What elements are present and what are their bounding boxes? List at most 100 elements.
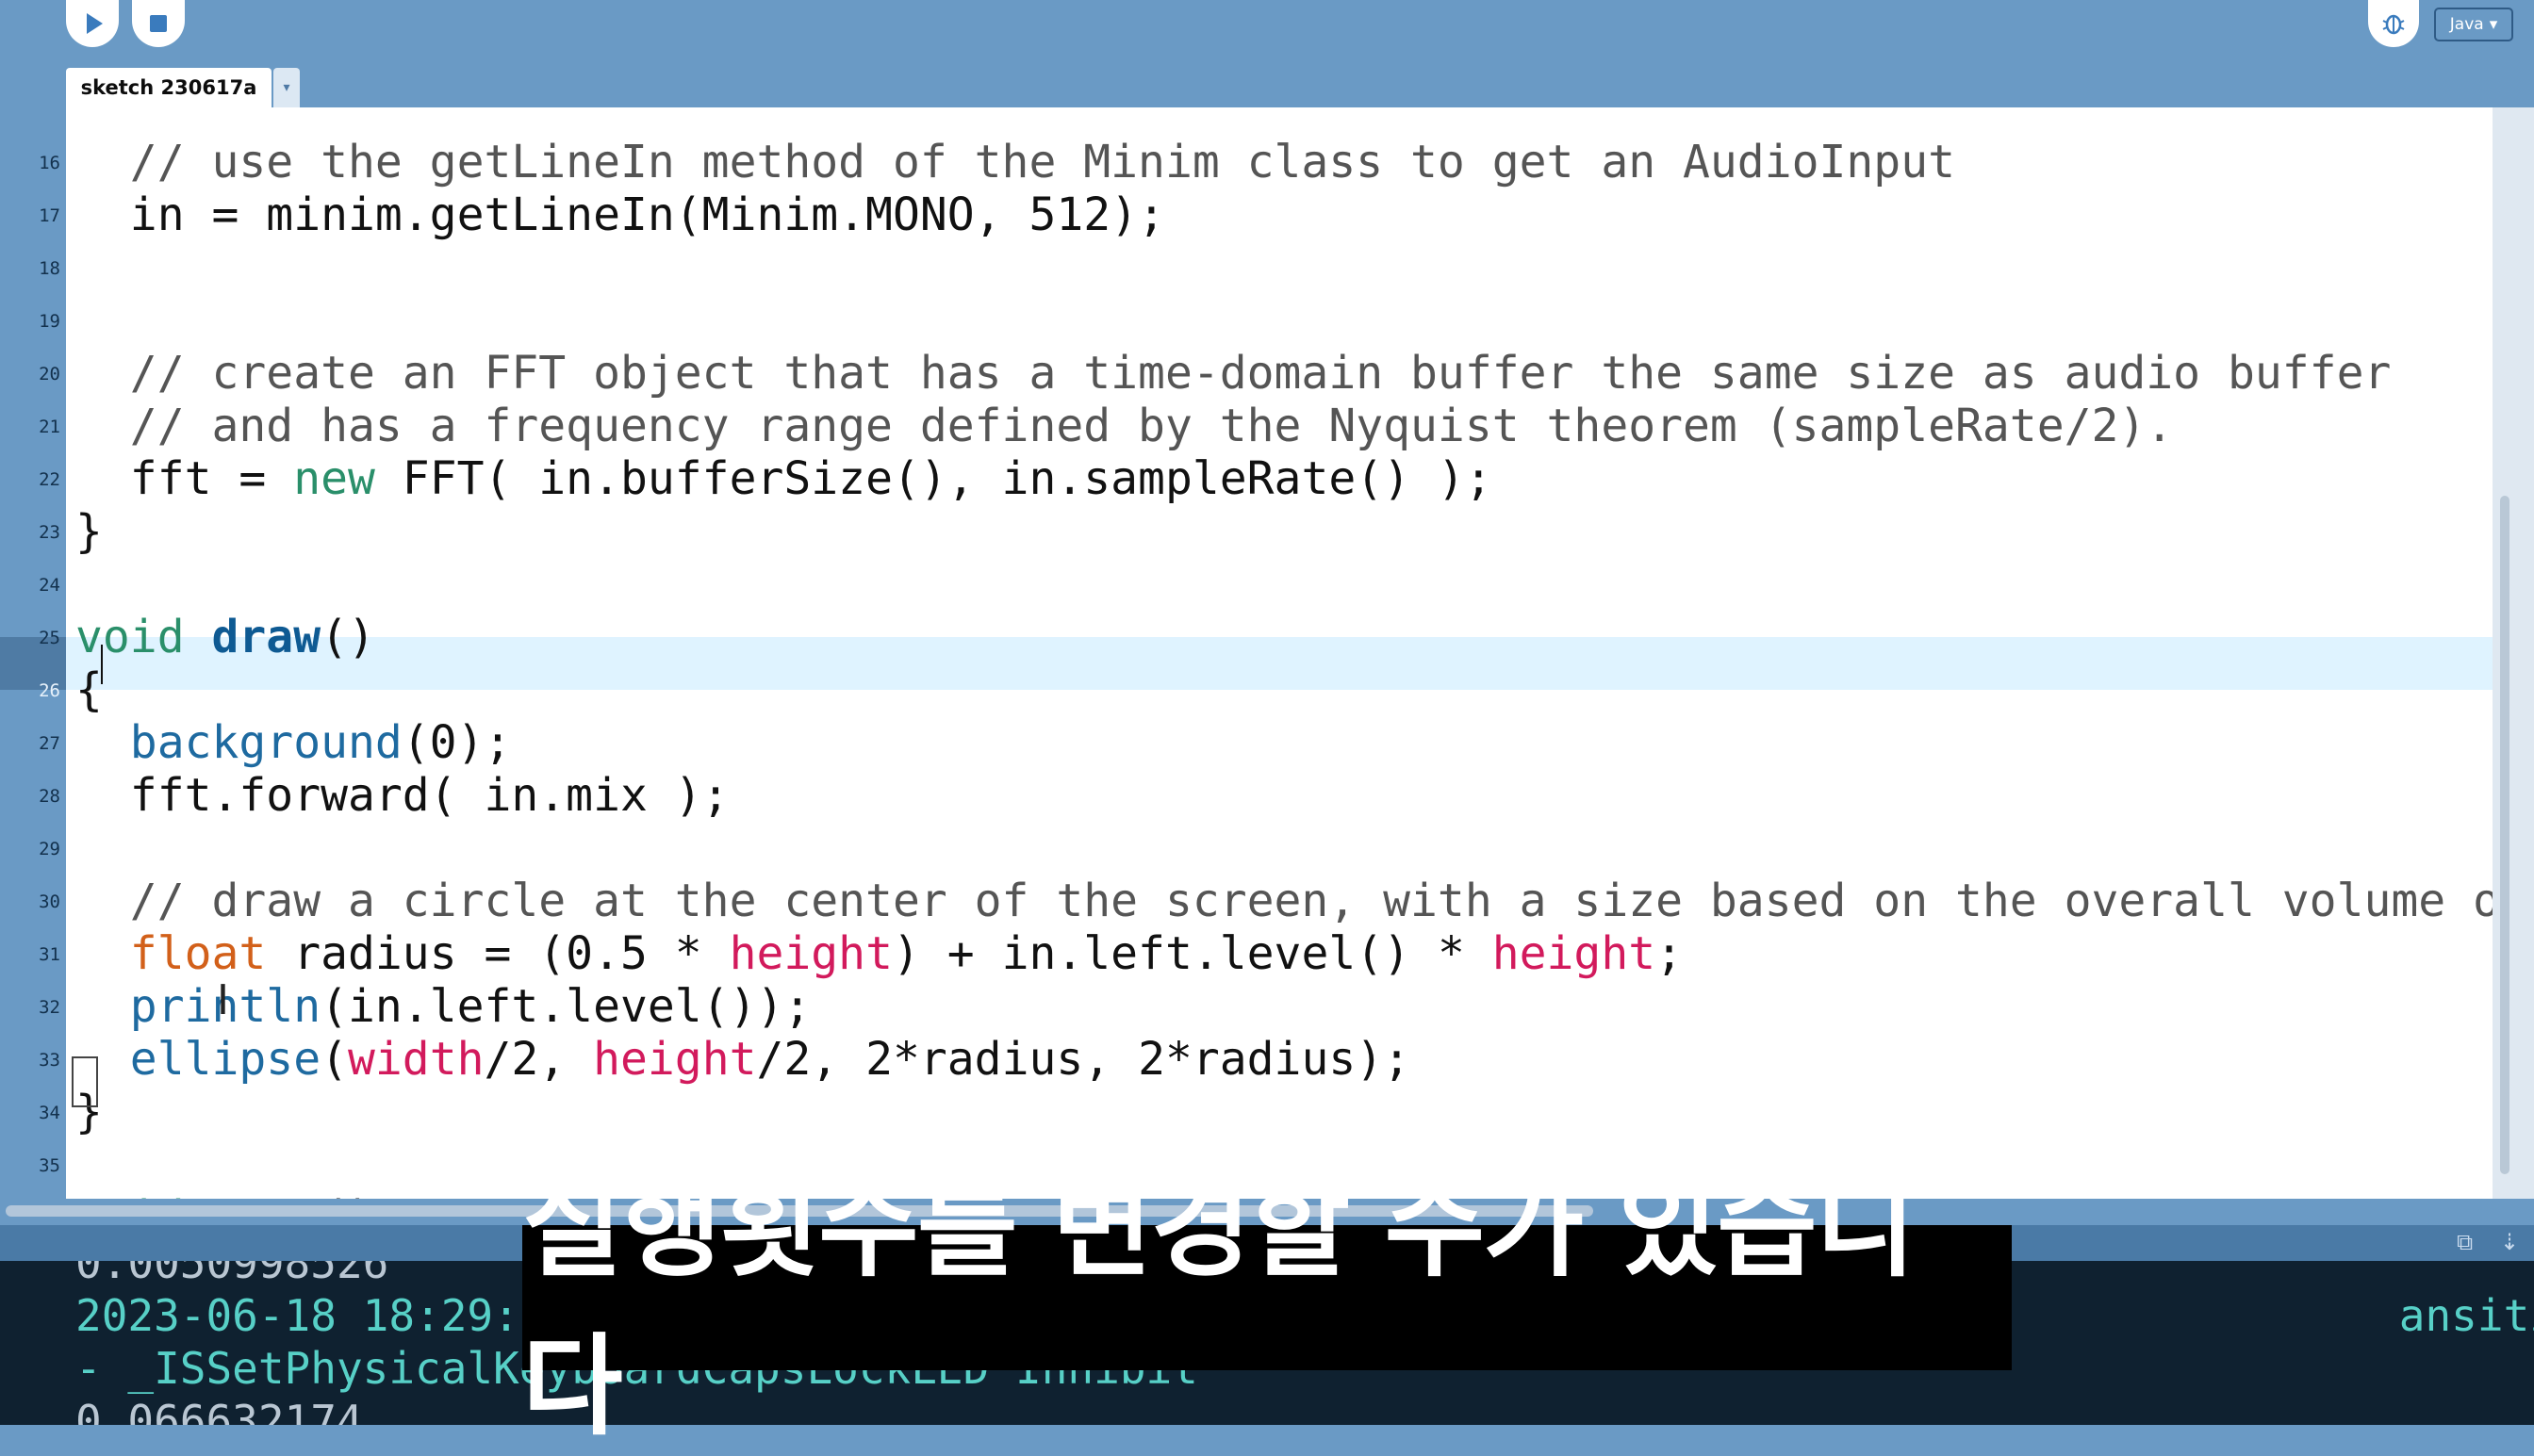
line-number: 28 [39,786,60,807]
code-line: fft = new FFT( in.bufferSize(), in.sampl… [75,452,1492,505]
code-token: { [75,663,103,716]
line-number: 20 [39,364,60,384]
tab-bar: sketch 230617a ▾ [0,68,2534,107]
toolbar: Java ▾ [0,0,2534,68]
line-number: 19 [39,311,60,332]
code-line: void stop() [75,1191,375,1199]
code-line: { [75,663,103,716]
code-token: fft = [75,452,294,505]
line-number: 23 [39,522,60,543]
code-token: ) + in.left.level() * [892,927,1492,980]
code-line: // use the getLineIn method of the Minim… [75,136,1955,188]
code-token: draw [211,611,321,663]
vertical-scrollbar-track[interactable] [2493,107,2534,1199]
text-caret [101,645,103,684]
code-token: width [348,1033,485,1086]
code-line: ellipse(width/2, height/2, 2*radius, 2*r… [75,1033,1410,1086]
code-token: new [293,452,375,505]
chevron-down-icon: ▾ [283,80,290,95]
code-token: stop [212,1191,321,1199]
tab-menu-button[interactable]: ▾ [273,68,300,107]
stop-icon [150,15,167,32]
code-line: void draw() [75,611,375,663]
code-token: () [321,611,375,663]
code-line: // and has a frequency range defined by … [75,400,2173,452]
code-token: /2, [484,1033,594,1086]
line-number: 36 [0,1191,60,1199]
line-number: 27 [39,733,60,754]
line-number: 35 [39,1155,60,1176]
code-line: } [75,505,103,558]
line-number: 29 [39,839,60,859]
debugger-button[interactable] [2368,0,2419,47]
code-token: FFT( in.bufferSize(), in.sampleRate() ); [374,452,1492,505]
line-number: 17 [39,205,60,226]
tab-sketch[interactable]: sketch 230617a [66,68,272,107]
mode-selector[interactable]: Java ▾ [2434,8,2513,41]
line-number: 34 [39,1103,60,1123]
code-token: ellipse [129,1033,321,1086]
line-number: 16 [39,153,60,173]
line-number: 18 [39,258,60,279]
code-token: float [129,927,267,980]
code-token: in = minim.getLineIn(Minim.MONO, 512); [75,188,1165,241]
code-line: fft.forward( in.mix ); [75,769,730,822]
code-line: println(in.left.level()); [75,980,811,1033]
code-token: ; [1655,927,1684,980]
console-line: 0.0050998526 [75,1261,389,1288]
chevron-down-icon: ▾ [2489,15,2498,34]
code-token: void [75,611,185,663]
code-line: in = minim.getLineIn(Minim.MONO, 512); [75,188,1165,241]
code-token: // use the getLineIn method of the Minim… [75,136,1955,188]
code-token: ( [321,1033,348,1086]
code-token: (0); [402,716,512,769]
line-number-gutter: 16 17 18 19 20 21 22 23 24 25 26 27 28 29 30 31 32 33 34 35… [0,107,66,1199]
code-token: () [321,1191,375,1199]
vertical-scrollbar-thumb[interactable] [2500,496,2509,1174]
code-token: // and has a frequency range defined by … [75,400,2174,452]
code-token: height [1491,927,1656,980]
bracket-match-box [72,1056,98,1107]
console-line: 0.066632174 [75,1396,363,1425]
code-token: background [129,716,403,769]
line-number: 25 [39,628,60,648]
line-number: 30 [39,892,60,912]
code-token: height [593,1033,757,1086]
line-number: 31 [39,944,60,965]
code-token: fft.forward( in.mix ); [75,769,730,822]
code-token: radius = (0.5 * [266,927,730,980]
code-line: // create an FFT object that has a time-… [75,347,2392,400]
code-line: background(0); [75,716,512,769]
run-button[interactable] [66,0,119,47]
code-token: /2, 2*radius, 2*radius); [756,1033,1411,1086]
console-copy-icon[interactable]: ⧉ [2457,1229,2473,1255]
code-token: } [75,505,103,558]
code-editor[interactable]: // use the getLineIn method of the Minim… [66,107,2493,1199]
line-number: 32 [39,997,60,1018]
console-clear-icon[interactable]: ⇣ [2500,1229,2519,1255]
mode-label: Java [2449,15,2484,34]
code-token: // create an FFT object that has a time-… [75,347,2392,400]
line-number: 26 [39,680,60,701]
play-icon [87,13,103,34]
line-number: 22 [39,469,60,490]
code-line: // draw a circle at the center of the sc… [75,875,2493,927]
stop-button[interactable] [132,0,185,47]
line-number: 33 [39,1050,60,1071]
code-token: (in.left.level()); [321,980,812,1033]
current-line-highlight [66,637,2493,690]
code-token: height [729,927,893,980]
line-number: 21 [39,417,60,437]
code-token: void [75,1191,185,1199]
video-subtitle: 실행횟수를 변경할 수가 있습니다 [522,1165,2012,1450]
debugger-icon [2382,14,2405,35]
ibeam-cursor-icon: I [217,976,229,1024]
code-line: float radius = (0.5 * height) + in.left.… [75,927,1683,980]
line-number: 24 [39,575,60,596]
code-token: // draw a circle at the center of the sc… [75,875,2493,927]
